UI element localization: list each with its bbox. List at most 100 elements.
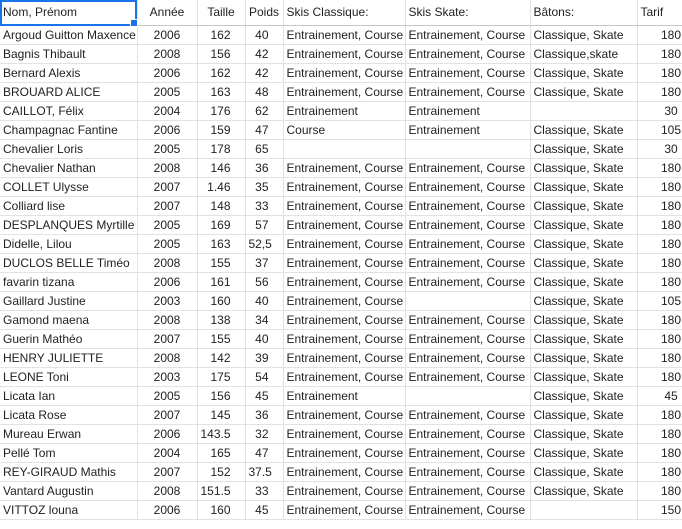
cell-taille[interactable]: 145 [197,405,246,425]
cell-tarif[interactable]: 105 [637,120,682,140]
cell-skis-skate[interactable]: Entrainement, Course [405,329,531,349]
cell-taille[interactable]: 165 [197,443,246,463]
cell-tarif[interactable]: 180 [637,367,682,387]
header-skis-classique[interactable]: Skis Classique: [283,0,406,26]
cell-poids[interactable]: 47 [245,443,284,463]
cell-skis-classique[interactable]: Entrainement, Course [283,424,406,444]
cell-poids[interactable]: 45 [245,500,284,520]
cell-tarif[interactable]: 180 [637,63,682,83]
cell-tarif[interactable]: 180 [637,462,682,482]
cell-batons[interactable]: Classique, Skate [530,424,638,444]
cell-skis-skate[interactable]: Entrainement, Course [405,63,531,83]
cell-name[interactable]: Argoud Guitton Maxence [0,25,138,45]
cell-batons[interactable]: Classique, Skate [530,177,638,197]
header-nom-prenom[interactable]: Nom, Prénom [0,0,138,26]
cell-tarif[interactable]: 30 [637,101,682,121]
cell-poids[interactable]: 37 [245,253,284,273]
cell-annee[interactable]: 2008 [137,158,198,178]
cell-taille[interactable]: 155 [197,253,246,273]
cell-tarif[interactable]: 180 [637,481,682,501]
cell-skis-classique[interactable]: Entrainement, Course [283,272,406,292]
cell-annee[interactable]: 2008 [137,348,198,368]
cell-annee[interactable]: 2006 [137,25,198,45]
cell-skis-classique[interactable]: Entrainement [283,386,406,406]
cell-name[interactable]: Licata Ian [0,386,138,406]
cell-skis-classique[interactable]: Course [283,120,406,140]
cell-name[interactable]: BROUARD ALICE [0,82,138,102]
cell-batons[interactable]: Classique, Skate [530,63,638,83]
cell-skis-classique[interactable]: Entrainement, Course [283,253,406,273]
cell-name[interactable]: DUCLOS BELLE Timéo [0,253,138,273]
header-batons[interactable]: Bâtons: [530,0,638,26]
cell-taille[interactable]: 142 [197,348,246,368]
cell-skis-skate[interactable]: Entrainement, Course [405,215,531,235]
cell-batons[interactable]: Classique, Skate [530,291,638,311]
cell-poids[interactable]: 65 [245,139,284,159]
cell-poids[interactable]: 42 [245,63,284,83]
cell-name[interactable]: DESPLANQUES Myrtille [0,215,138,235]
cell-annee[interactable]: 2006 [137,424,198,444]
cell-taille[interactable]: 152 [197,462,246,482]
cell-poids[interactable]: 37.5 [245,462,284,482]
cell-poids[interactable]: 35 [245,177,284,197]
cell-name[interactable]: Guerin Mathéo [0,329,138,349]
cell-annee[interactable]: 2004 [137,443,198,463]
cell-poids[interactable]: 33 [245,481,284,501]
cell-name[interactable]: Gamond maena [0,310,138,330]
cell-poids[interactable]: 39 [245,348,284,368]
cell-taille[interactable]: 161 [197,272,246,292]
cell-taille[interactable]: 138 [197,310,246,330]
cell-skis-classique[interactable]: Entrainement, Course [283,329,406,349]
cell-annee[interactable]: 2005 [137,139,198,159]
cell-taille[interactable]: 163 [197,82,246,102]
cell-annee[interactable]: 2007 [137,329,198,349]
cell-tarif[interactable]: 180 [637,158,682,178]
cell-skis-skate[interactable] [405,386,531,406]
cell-tarif[interactable]: 180 [637,348,682,368]
cell-skis-classique[interactable]: Entrainement [283,101,406,121]
cell-poids[interactable]: 47 [245,120,284,140]
cell-skis-skate[interactable]: Entrainement, Course [405,82,531,102]
cell-poids[interactable]: 32 [245,424,284,444]
cell-name[interactable]: Licata Rose [0,405,138,425]
cell-tarif[interactable]: 180 [637,177,682,197]
cell-skis-classique[interactable]: Entrainement, Course [283,177,406,197]
cell-poids[interactable]: 62 [245,101,284,121]
cell-batons[interactable]: Classique, Skate [530,215,638,235]
cell-skis-classique[interactable]: Entrainement, Course [283,196,406,216]
cell-skis-classique[interactable]: Entrainement, Course [283,215,406,235]
cell-skis-skate[interactable]: Entrainement, Course [405,310,531,330]
cell-taille[interactable]: 148 [197,196,246,216]
cell-annee[interactable]: 2007 [137,177,198,197]
cell-skis-skate[interactable]: Entrainement, Course [405,196,531,216]
cell-skis-skate[interactable]: Entrainement, Course [405,234,531,254]
cell-tarif[interactable]: 180 [637,443,682,463]
cell-skis-classique[interactable]: Entrainement, Course [283,82,406,102]
cell-skis-skate[interactable]: Entrainement, Course [405,272,531,292]
cell-skis-classique[interactable]: Entrainement, Course [283,462,406,482]
cell-batons[interactable]: Classique, Skate [530,272,638,292]
cell-batons[interactable]: Classique, Skate [530,234,638,254]
cell-poids[interactable]: 40 [245,329,284,349]
cell-annee[interactable]: 2006 [137,500,198,520]
cell-name[interactable]: CAILLOT, Félix [0,101,138,121]
cell-annee[interactable]: 2005 [137,234,198,254]
cell-name[interactable]: COLLET Ulysse [0,177,138,197]
cell-skis-skate[interactable]: Entrainement, Course [405,367,531,387]
cell-name[interactable]: Pellé Tom [0,443,138,463]
cell-skis-classique[interactable]: Entrainement, Course [283,481,406,501]
cell-batons[interactable]: Classique, Skate [530,120,638,140]
cell-name[interactable]: VITTOZ louna [0,500,138,520]
cell-batons[interactable] [530,500,638,520]
cell-annee[interactable]: 2003 [137,291,198,311]
cell-batons[interactable]: Classique, Skate [530,462,638,482]
cell-name[interactable]: Didelle, Lilou [0,234,138,254]
cell-skis-skate[interactable]: Entrainement [405,101,531,121]
cell-poids[interactable]: 36 [245,405,284,425]
cell-taille[interactable]: 176 [197,101,246,121]
cell-annee[interactable]: 2006 [137,120,198,140]
cell-skis-skate[interactable]: Entrainement, Course [405,177,531,197]
cell-skis-classique[interactable]: Entrainement, Course [283,500,406,520]
cell-taille[interactable]: 1.46 [197,177,246,197]
cell-skis-skate[interactable]: Entrainement, Course [405,481,531,501]
